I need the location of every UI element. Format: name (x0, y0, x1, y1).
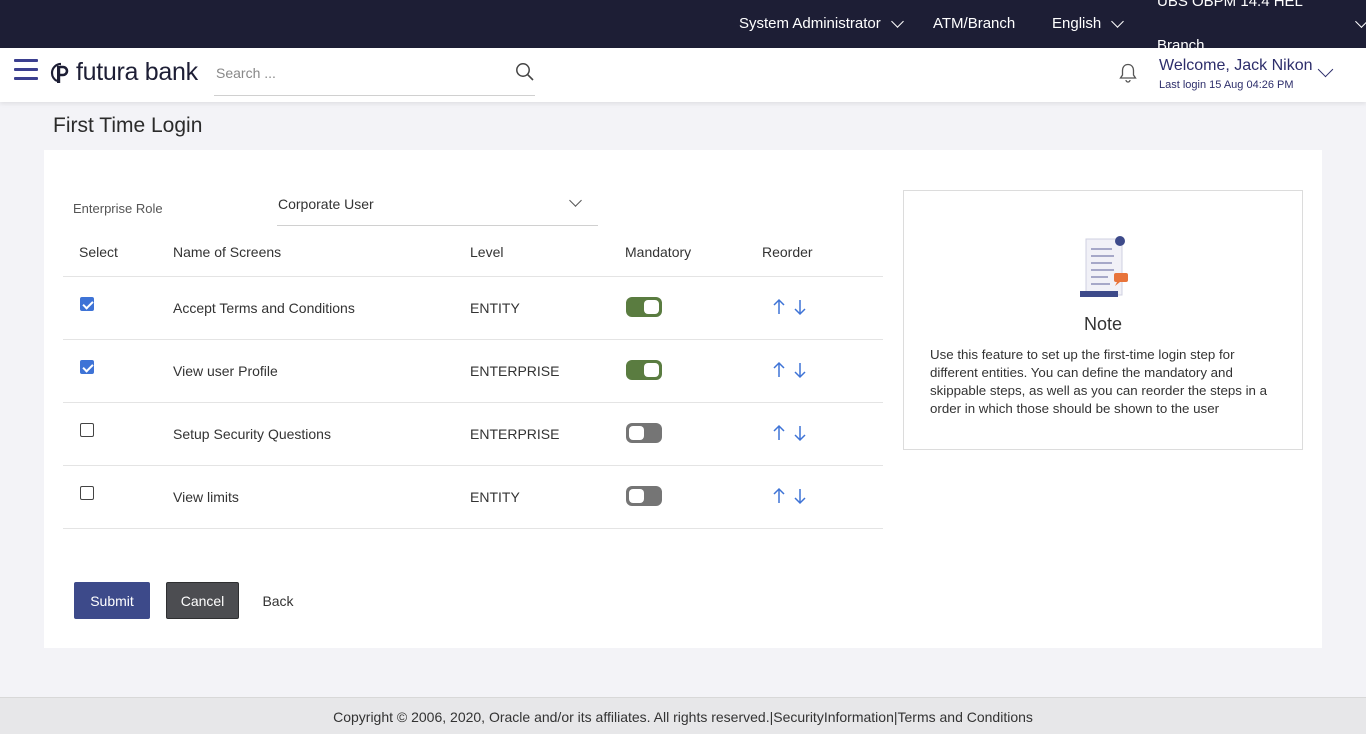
chevron-down-icon (1111, 14, 1125, 28)
column-header-name: Name of Screens (173, 244, 282, 260)
screen-level: ENTERPRISE (470, 363, 560, 379)
column-header-reorder: Reorder (762, 244, 813, 260)
divider (63, 465, 883, 466)
role-label: System Administrator (739, 15, 881, 32)
column-header-mandatory: Mandatory (625, 244, 692, 260)
screen-level: ENTITY (470, 300, 520, 316)
divider (63, 339, 883, 340)
last-login-text: Last login 15 Aug 04:26 PM (1159, 79, 1294, 91)
page-title: First Time Login (53, 114, 203, 137)
notification-bell-icon[interactable] (1118, 62, 1138, 84)
logo[interactable]: futura bank (48, 58, 198, 87)
divider (63, 276, 883, 277)
top-bar: System Administrator ATM/Branch English … (0, 0, 1366, 54)
branch-dropdown[interactable]: UBS OBPM 14.4 HEL Branch (1157, 0, 1366, 54)
row-select-checkbox[interactable] (80, 360, 94, 374)
terms-and-conditions-link[interactable]: Terms and Conditions (898, 709, 1033, 725)
enterprise-role-label: Enterprise Role (73, 201, 163, 216)
language-label: English (1052, 15, 1102, 32)
screen-level: ENTERPRISE (470, 426, 560, 442)
row-select-checkbox[interactable] (80, 486, 94, 500)
logo-text: futura bank (76, 58, 198, 86)
enterprise-role-value: Corporate User (278, 196, 374, 212)
security-information-link[interactable]: SecurityInformation (773, 709, 894, 725)
role-dropdown[interactable]: System Administrator (739, 0, 904, 48)
submit-button[interactable]: Submit (74, 582, 150, 619)
screen-level: ENTITY (470, 489, 520, 505)
divider (63, 402, 883, 403)
column-header-level: Level (470, 244, 504, 260)
move-down-arrow-icon[interactable] (793, 361, 807, 379)
enterprise-role-select[interactable]: Corporate User (277, 186, 598, 226)
futura-bank-logo-icon (50, 62, 69, 83)
chevron-down-icon[interactable] (1317, 61, 1334, 78)
mandatory-toggle[interactable] (626, 360, 662, 380)
footer: Copyright © 2006, 2020, Oracle and/or it… (0, 697, 1366, 734)
move-up-arrow-icon[interactable] (772, 361, 786, 379)
atm-branch-link[interactable]: ATM/Branch (933, 0, 1015, 48)
chevron-down-icon (1355, 14, 1366, 28)
chevron-down-icon (569, 194, 582, 207)
move-up-arrow-icon[interactable] (772, 487, 786, 505)
cancel-button[interactable]: Cancel (166, 582, 239, 619)
screen-name: View user Profile (173, 363, 278, 379)
move-up-arrow-icon[interactable] (772, 298, 786, 316)
note-text: Use this feature to set up the first-tim… (930, 347, 1268, 416)
screen-name: Setup Security Questions (173, 426, 331, 442)
note-title: Note (1083, 314, 1123, 334)
search-box (214, 58, 535, 96)
copyright-text: Copyright © 2006, 2020, Oracle and/or it… (333, 709, 770, 725)
app-header: futura bank Welcome, Jack Nikon Last log… (0, 48, 1366, 102)
search-icon[interactable] (515, 62, 535, 82)
mandatory-toggle[interactable] (626, 486, 662, 506)
document-note-icon (1080, 236, 1128, 297)
welcome-text: Welcome, Jack Nikon (1159, 57, 1313, 74)
mandatory-toggle[interactable] (626, 423, 662, 443)
row-select-checkbox[interactable] (80, 297, 94, 311)
column-header-select: Select (79, 244, 118, 260)
chevron-down-icon (890, 14, 904, 28)
move-down-arrow-icon[interactable] (793, 298, 807, 316)
divider (63, 528, 883, 529)
screen-name: View limits (173, 489, 239, 505)
user-menu[interactable]: Welcome, Jack Nikon Last login 15 Aug 04… (1159, 57, 1313, 91)
note-panel: Note Use this feature to set up the firs… (903, 190, 1303, 450)
atm-branch-label: ATM/Branch (933, 15, 1016, 32)
screen-name: Accept Terms and Conditions (173, 300, 355, 316)
back-button[interactable]: Back (255, 582, 301, 619)
row-select-checkbox[interactable] (80, 423, 94, 437)
menu-icon[interactable] (14, 59, 38, 81)
move-down-arrow-icon[interactable] (793, 424, 807, 442)
move-up-arrow-icon[interactable] (772, 424, 786, 442)
search-input[interactable] (214, 58, 494, 88)
language-dropdown[interactable]: English (1052, 0, 1125, 48)
move-down-arrow-icon[interactable] (793, 487, 807, 505)
mandatory-toggle[interactable] (626, 297, 662, 317)
